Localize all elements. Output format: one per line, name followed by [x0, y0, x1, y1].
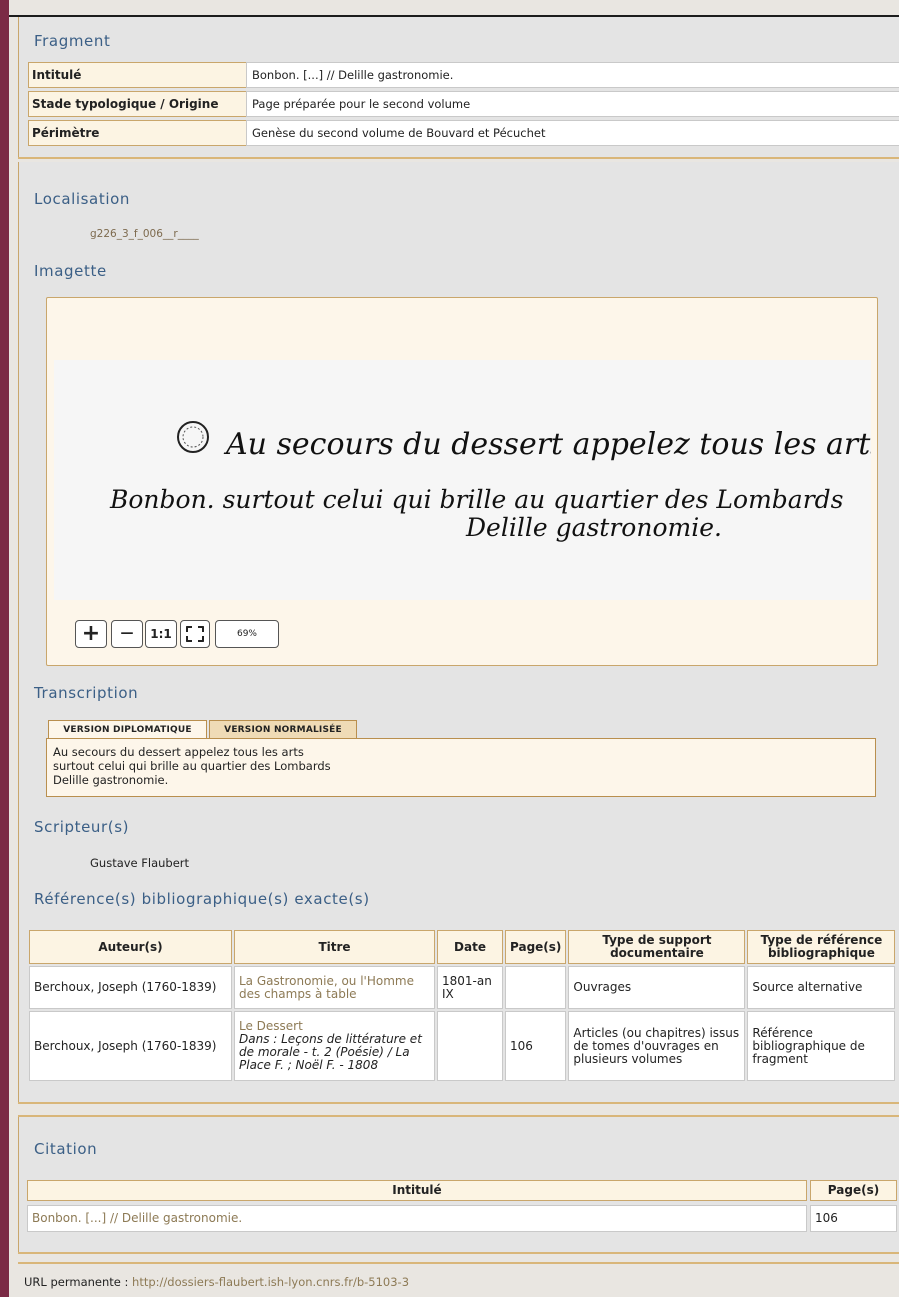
column-header-pages: Page(s) [810, 1180, 897, 1201]
tab-version-normalisee[interactable]: VERSION NORMALISÉE [209, 720, 357, 739]
row-label: Intitulé [28, 62, 249, 88]
section-divider [18, 1262, 899, 1264]
fit-screen-icon [186, 626, 204, 642]
manuscript-svg: Au secours du dessert appelez tous les a… [109, 421, 886, 542]
column-header-intitule: Intitulé [27, 1180, 807, 1201]
transcription-line: surtout celui qui brille au quartier des… [53, 759, 331, 773]
row-value: Genèse du second volume de Bouvard et Pé… [246, 120, 899, 146]
row-label: Stade typologique / Origine [28, 91, 249, 117]
cell-type: Source alternative [747, 966, 896, 1009]
citation-link[interactable]: Bonbon. [...] // Delille gastronomie. [32, 1211, 242, 1225]
transcription-line: Delille gastronomie. [53, 773, 169, 787]
manuscript-line-2: Bonbon. surtout celui qui brille au quar… [109, 485, 843, 514]
fit-screen-button[interactable] [180, 620, 210, 648]
permanent-url: URL permanente : http://dossiers-flauber… [24, 1275, 409, 1289]
titre-link[interactable]: La Gastronomie, ou l'Homme des champs à … [239, 974, 414, 1001]
cell-pages [505, 966, 567, 1009]
citation-intitule: Bonbon. [...] // Delille gastronomie. [27, 1205, 807, 1232]
manuscript-line-3: Delille gastronomie. [465, 513, 722, 542]
zoom-out-button[interactable]: — [111, 620, 143, 648]
section-divider [18, 1102, 899, 1104]
fragment-heading: Fragment [34, 32, 111, 50]
section-divider [18, 157, 899, 159]
row-value: Page préparée pour le second volume [246, 91, 899, 117]
cell-date: 1801-an IX [437, 966, 503, 1009]
cell-auteur: Berchoux, Joseph (1760-1839) [29, 1011, 232, 1081]
column-header-date: Date [437, 930, 503, 964]
cell-date [437, 1011, 503, 1081]
cell-support: Ouvrages [568, 966, 746, 1009]
section-divider [18, 1115, 899, 1117]
cell-titre: La Gastronomie, ou l'Homme des champs à … [234, 966, 435, 1009]
imagette-heading: Imagette [34, 262, 107, 280]
citation-pages: 106 [810, 1205, 897, 1232]
tab-version-diplomatique[interactable]: VERSION DIPLOMATIQUE [48, 720, 207, 739]
localisation-heading: Localisation [34, 190, 130, 208]
fragment-row-intitule: Intitulé Bonbon. [...] // Delille gastro… [28, 62, 899, 88]
cell-auteur: Berchoux, Joseph (1760-1839) [29, 966, 232, 1009]
fragment-row-perimetre: Périmètre Genèse du second volume de Bou… [28, 120, 899, 146]
row-label: Périmètre [28, 120, 249, 146]
permanent-url-label: URL permanente : [24, 1275, 133, 1289]
column-header-titre: Titre [234, 930, 435, 964]
column-header-pages: Page(s) [505, 930, 567, 964]
transcription-heading: Transcription [34, 684, 139, 702]
cell-titre: Le Dessert Dans : Leçons de littérature … [234, 1011, 435, 1081]
column-header-support: Type de support documentaire [568, 930, 746, 964]
library-stamp-icon [177, 421, 209, 453]
permanent-url-link[interactable]: http://dossiers-flaubert.ish-lyon.cnrs.f… [132, 1275, 409, 1289]
manuscript-image[interactable]: Au secours du dessert appelez tous les a… [54, 360, 886, 600]
titre-extra: Dans : Leçons de littérature et de moral… [239, 1032, 422, 1072]
row-value: Bonbon. [...] // Delille gastronomie. [246, 62, 899, 88]
fragment-row-stade: Stade typologique / Origine Page préparé… [28, 91, 899, 117]
citation-heading: Citation [34, 1140, 98, 1158]
table-header-row: Auteur(s) Titre Date Page(s) Type de sup… [29, 930, 896, 964]
scripteurs-heading: Scripteur(s) [34, 818, 130, 836]
manuscript-line-1: Au secours du dessert appelez tous les a… [223, 427, 871, 462]
column-header-auteur: Auteur(s) [29, 930, 232, 964]
column-header-type: Type de référence bibliographique [747, 930, 896, 964]
actual-size-button[interactable]: 1:1 [145, 620, 177, 648]
transcription-text: Au secours du dessert appelez tous les a… [46, 738, 876, 797]
table-row: Berchoux, Joseph (1760-1839) La Gastrono… [29, 966, 896, 1009]
references-heading: Référence(s) bibliographique(s) exacte(s… [34, 890, 370, 908]
cell-support: Articles (ou chapitres) issus de tomes d… [568, 1011, 746, 1081]
cell-pages: 106 [505, 1011, 567, 1081]
table-row: Berchoux, Joseph (1760-1839) Le Dessert … [29, 1011, 896, 1081]
zoom-level-display: 69% [215, 620, 279, 648]
scripteur-value: Gustave Flaubert [90, 856, 190, 870]
section-divider [18, 1252, 899, 1254]
transcription-line: Au secours du dessert appelez tous les a… [53, 745, 304, 759]
references-table: Auteur(s) Titre Date Page(s) Type de sup… [27, 928, 897, 1083]
localisation-value: g226_3_f_006__r____ [90, 228, 199, 240]
zoom-in-button[interactable]: + [75, 620, 107, 648]
image-viewer[interactable]: Au secours du dessert appelez tous les a… [46, 297, 886, 666]
cell-type: Référence bibliographique de fragment [747, 1011, 896, 1081]
